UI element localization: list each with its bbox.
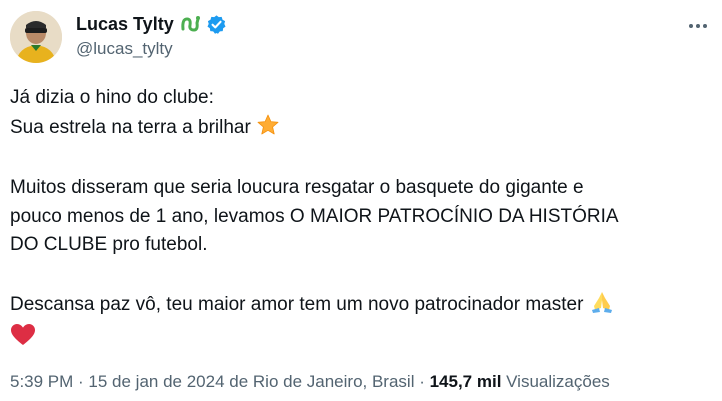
views-label: Visualizações (501, 372, 610, 391)
views-count[interactable]: 145,7 mil (430, 372, 502, 391)
tweet-card: Lucas Tylty @lucas_tylty Já dizia o hino… (0, 0, 722, 401)
tweet-date-location[interactable]: 15 de jan de 2024 de Rio de Janeiro, Bra… (88, 372, 414, 391)
folded-hands-emoji (589, 288, 615, 324)
tweet-text: Já dizia o hino do clube: Sua estrela na… (10, 84, 710, 357)
tweet-line: Muitos disseram que seria loucura resgat… (10, 177, 584, 198)
name-row: Lucas Tylty (76, 12, 227, 36)
tweet-line: Descansa paz vô, teu maior amor tem um n… (10, 288, 710, 324)
display-name[interactable]: Lucas Tylty (76, 14, 174, 35)
tweet-line: DO CLUBE pro futebol. (10, 234, 208, 255)
tweet-header: Lucas Tylty @lucas_tylty (76, 12, 227, 59)
more-options-button[interactable] (686, 16, 710, 36)
user-handle[interactable]: @lucas_tylty (76, 39, 227, 59)
green-snake-icon (179, 14, 201, 34)
separator-dot: · (73, 372, 89, 391)
tweet-line: pouco menos de 1 ano, levamos O MAIOR PA… (10, 205, 619, 227)
tweet-line-text: Sua estrela na terra a brilhar (10, 116, 251, 138)
tweet-line: Sua estrela na terra a brilhar (10, 113, 710, 147)
tweet-meta: 5:39 PM · 15 de jan de 2024 de Rio de Ja… (10, 372, 610, 392)
avatar-image (10, 11, 62, 63)
tweet-line: Já dizia o hino do clube: (10, 87, 214, 108)
verified-badge-icon[interactable] (206, 14, 227, 35)
red-heart-emoji (10, 323, 36, 357)
separator-dot: · (414, 372, 430, 391)
avatar[interactable] (10, 11, 62, 63)
more-horizontal-icon (689, 24, 707, 28)
tweet-line-text: Descansa paz vô, teu maior amor tem um n… (10, 293, 584, 315)
tweet-line (10, 323, 710, 357)
star-emoji (256, 113, 280, 147)
tweet-time[interactable]: 5:39 PM (10, 372, 73, 391)
